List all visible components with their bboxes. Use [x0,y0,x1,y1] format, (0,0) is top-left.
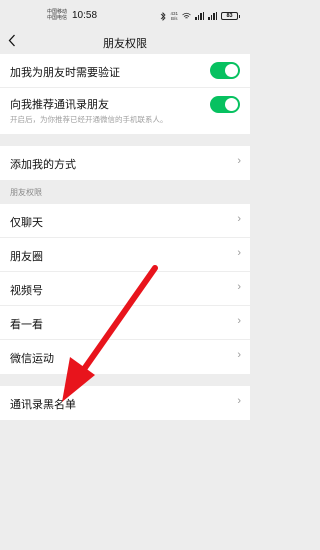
annotation-arrow-icon [62,265,158,402]
